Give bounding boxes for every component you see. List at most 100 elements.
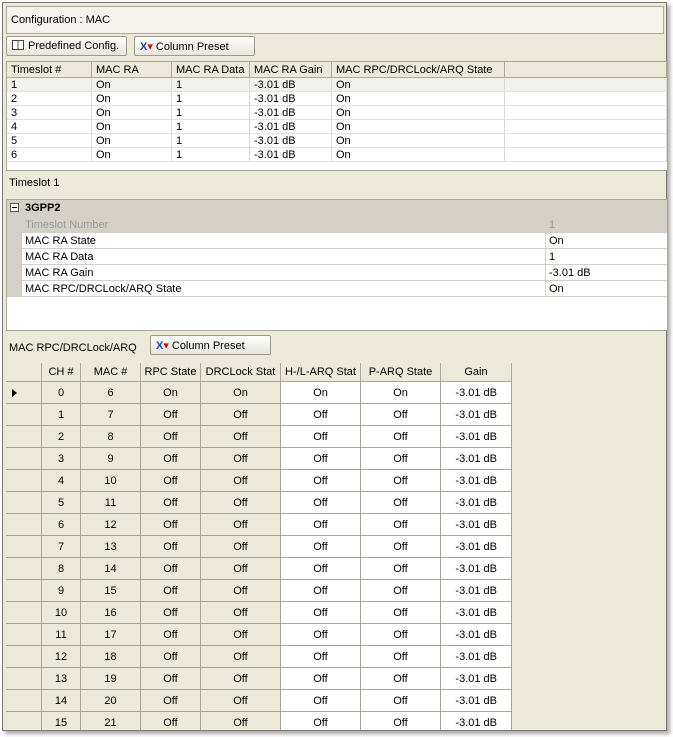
- cell-p-arq-state[interactable]: Off: [361, 646, 441, 668]
- row-header[interactable]: [6, 448, 42, 470]
- column-header-mac-rpc-state[interactable]: MAC RPC/DRCLock/ARQ State: [332, 62, 505, 78]
- cell-mac-rpc-state[interactable]: On: [332, 92, 505, 106]
- column-header-p-arq-state[interactable]: P-ARQ State: [361, 363, 441, 382]
- property-row[interactable]: Timeslot Number 1: [7, 217, 667, 233]
- table-row[interactable]: 8 14 Off Off Off Off -3.01 dB: [6, 558, 512, 580]
- cell-hl-arq-state[interactable]: Off: [281, 536, 361, 558]
- cell-hl-arq-state[interactable]: Off: [281, 646, 361, 668]
- property-row[interactable]: MAC RA Gain -3.01 dB: [7, 265, 667, 281]
- table-row[interactable]: 12 18 Off Off Off Off -3.01 dB: [6, 646, 512, 668]
- table-row[interactable]: 13 19 Off Off Off Off -3.01 dB: [6, 668, 512, 690]
- table-row[interactable]: 15 21 Off Off Off Off -3.01 dB: [6, 712, 512, 730]
- cell-hl-arq-state[interactable]: Off: [281, 580, 361, 602]
- cell-p-arq-state[interactable]: Off: [361, 426, 441, 448]
- cell-gain[interactable]: -3.01 dB: [441, 514, 512, 536]
- cell-mac-ra[interactable]: On: [92, 120, 172, 134]
- row-header[interactable]: [6, 646, 42, 668]
- table-row[interactable]: 2 On 1 -3.01 dB On: [7, 92, 667, 106]
- table-row[interactable]: 9 15 Off Off Off Off -3.01 dB: [6, 580, 512, 602]
- cell-hl-arq-state[interactable]: Off: [281, 558, 361, 580]
- cell-hl-arq-state[interactable]: Off: [281, 426, 361, 448]
- column-header-drclock-state[interactable]: DRCLock Stat: [201, 363, 281, 382]
- cell-p-arq-state[interactable]: Off: [361, 580, 441, 602]
- cell-mac-rpc-state[interactable]: On: [332, 134, 505, 148]
- cell-mac-rpc-state[interactable]: On: [332, 148, 505, 162]
- cell-gain[interactable]: -3.01 dB: [441, 470, 512, 492]
- column-preset-button[interactable]: X▾ Column Preset: [134, 36, 255, 56]
- mac-column-preset-button[interactable]: X▾ Column Preset: [150, 335, 271, 355]
- cell-p-arq-state[interactable]: Off: [361, 448, 441, 470]
- cell-mac-ra-gain[interactable]: -3.01 dB: [250, 106, 332, 120]
- predefined-config-button[interactable]: Predefined Config.: [6, 36, 127, 56]
- cell-mac-ra[interactable]: On: [92, 106, 172, 120]
- cell-mac-ra-gain[interactable]: -3.01 dB: [250, 120, 332, 134]
- cell-gain[interactable]: -3.01 dB: [441, 646, 512, 668]
- row-header[interactable]: [6, 558, 42, 580]
- cell-mac-ra-data[interactable]: 1: [172, 78, 250, 92]
- property-value[interactable]: -3.01 dB: [546, 265, 667, 281]
- table-row[interactable]: 2 8 Off Off Off Off -3.01 dB: [6, 426, 512, 448]
- table-row[interactable]: 14 20 Off Off Off Off -3.01 dB: [6, 690, 512, 712]
- column-header-timeslot[interactable]: Timeslot #: [7, 62, 92, 78]
- cell-gain[interactable]: -3.01 dB: [441, 624, 512, 646]
- cell-hl-arq-state[interactable]: Off: [281, 602, 361, 624]
- cell-p-arq-state[interactable]: Off: [361, 404, 441, 426]
- cell-mac-ra-gain[interactable]: -3.01 dB: [250, 92, 332, 106]
- table-row[interactable]: 4 10 Off Off Off Off -3.01 dB: [6, 470, 512, 492]
- cell-p-arq-state[interactable]: Off: [361, 602, 441, 624]
- cell-hl-arq-state[interactable]: Off: [281, 492, 361, 514]
- cell-mac-rpc-state[interactable]: On: [332, 120, 505, 134]
- cell-hl-arq-state[interactable]: Off: [281, 470, 361, 492]
- cell-p-arq-state[interactable]: Off: [361, 690, 441, 712]
- row-header[interactable]: [6, 668, 42, 690]
- collapse-icon[interactable]: [10, 203, 19, 212]
- cell-gain[interactable]: -3.01 dB: [441, 536, 512, 558]
- cell-gain[interactable]: -3.01 dB: [441, 690, 512, 712]
- row-header[interactable]: [6, 492, 42, 514]
- cell-p-arq-state[interactable]: Off: [361, 558, 441, 580]
- column-header-gain[interactable]: Gain: [441, 363, 512, 382]
- row-header[interactable]: [6, 514, 42, 536]
- column-header-mac-ra-gain[interactable]: MAC RA Gain: [250, 62, 332, 78]
- cell-hl-arq-state[interactable]: Off: [281, 448, 361, 470]
- cell-mac-ra[interactable]: On: [92, 148, 172, 162]
- table-row[interactable]: 5 11 Off Off Off Off -3.01 dB: [6, 492, 512, 514]
- cell-mac-rpc-state[interactable]: On: [332, 106, 505, 120]
- cell-timeslot[interactable]: 4: [7, 120, 92, 134]
- column-header-rpc-state[interactable]: RPC State: [141, 363, 201, 382]
- row-header[interactable]: [6, 624, 42, 646]
- cell-gain[interactable]: -3.01 dB: [441, 404, 512, 426]
- table-row[interactable]: 7 13 Off Off Off Off -3.01 dB: [6, 536, 512, 558]
- table-row[interactable]: 11 17 Off Off Off Off -3.01 dB: [6, 624, 512, 646]
- cell-p-arq-state[interactable]: Off: [361, 470, 441, 492]
- table-row[interactable]: 1 7 Off Off Off Off -3.01 dB: [6, 404, 512, 426]
- property-row[interactable]: MAC RPC/DRCLock/ARQ State On: [7, 281, 667, 297]
- cell-hl-arq-state[interactable]: Off: [281, 624, 361, 646]
- cell-p-arq-state[interactable]: Off: [361, 492, 441, 514]
- cell-mac-ra[interactable]: On: [92, 92, 172, 106]
- row-header[interactable]: [6, 602, 42, 624]
- table-row[interactable]: 3 On 1 -3.01 dB On: [7, 106, 667, 120]
- cell-mac-ra[interactable]: On: [92, 134, 172, 148]
- cell-p-arq-state[interactable]: Off: [361, 712, 441, 730]
- property-category[interactable]: 3GPP2: [7, 200, 667, 217]
- cell-p-arq-state[interactable]: Off: [361, 536, 441, 558]
- table-row[interactable]: 5 On 1 -3.01 dB On: [7, 134, 667, 148]
- table-row[interactable]: 10 16 Off Off Off Off -3.01 dB: [6, 602, 512, 624]
- property-value[interactable]: On: [546, 281, 667, 297]
- cell-hl-arq-state[interactable]: Off: [281, 404, 361, 426]
- column-header-mac-ra-data[interactable]: MAC RA Data: [172, 62, 250, 78]
- table-row[interactable]: 6 On 1 -3.01 dB On: [7, 148, 667, 162]
- column-header-mac-ra[interactable]: MAC RA: [92, 62, 172, 78]
- column-header-ch[interactable]: CH #: [42, 363, 81, 382]
- row-header[interactable]: [6, 536, 42, 558]
- cell-mac-ra-data[interactable]: 1: [172, 92, 250, 106]
- cell-gain[interactable]: -3.01 dB: [441, 602, 512, 624]
- cell-mac-ra-data[interactable]: 1: [172, 120, 250, 134]
- property-value[interactable]: On: [546, 233, 667, 249]
- cell-mac-ra-data[interactable]: 1: [172, 134, 250, 148]
- row-header[interactable]: [6, 382, 42, 404]
- table-row[interactable]: 6 12 Off Off Off Off -3.01 dB: [6, 514, 512, 536]
- row-header[interactable]: [6, 426, 42, 448]
- cell-mac-ra-data[interactable]: 1: [172, 148, 250, 162]
